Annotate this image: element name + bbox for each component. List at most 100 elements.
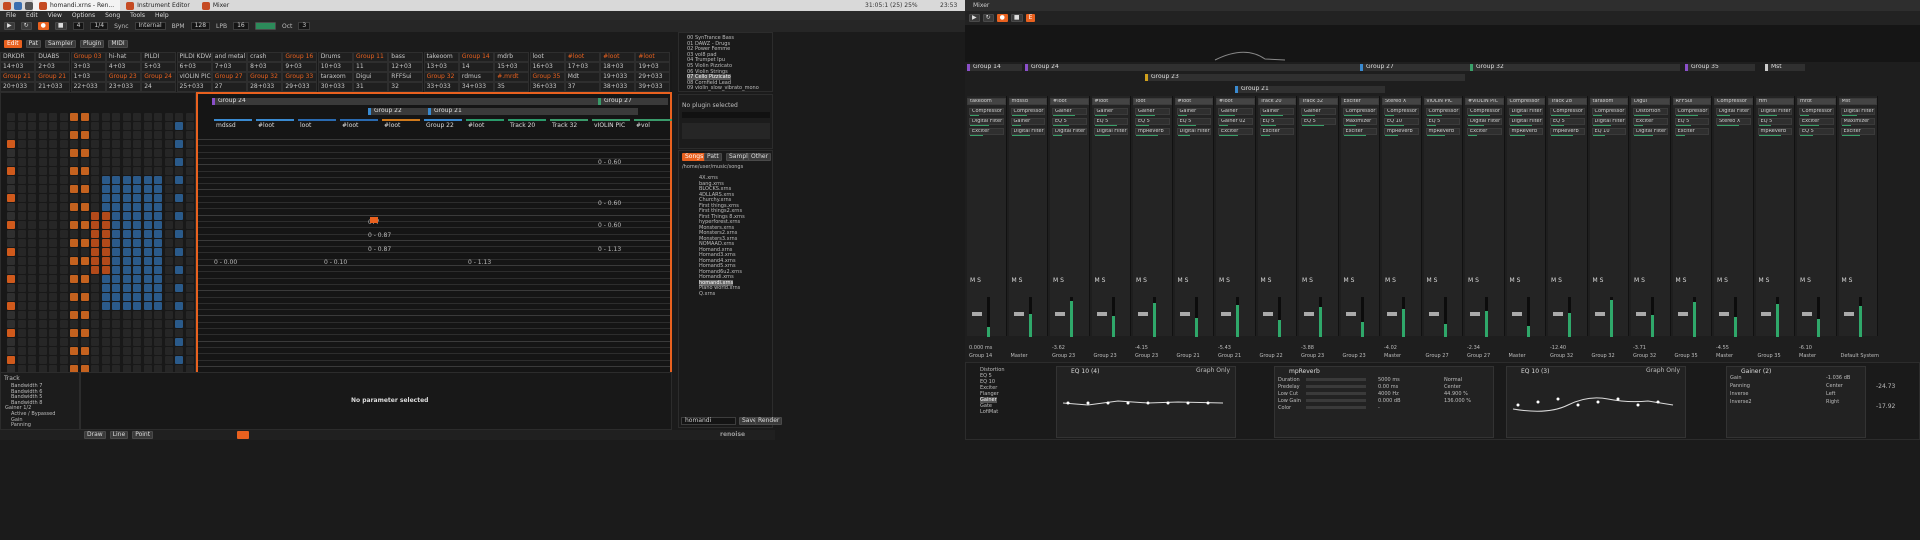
strip-output[interactable]: Default System — [1841, 353, 1880, 359]
matrix-cell[interactable]: Group 24 — [141, 72, 177, 82]
matrix-slot[interactable] — [112, 230, 120, 238]
matrix-slot[interactable] — [80, 257, 89, 265]
matrix-slot[interactable] — [38, 149, 47, 157]
matrix-slot[interactable] — [175, 356, 183, 364]
dsp-item[interactable]: Panning — [11, 422, 31, 428]
mixer-group-header[interactable]: Group 23 — [1145, 74, 1465, 81]
matrix-slot[interactable] — [112, 176, 120, 184]
matrix-slot[interactable] — [122, 131, 131, 139]
matrix-slot[interactable] — [7, 212, 15, 220]
matrix-cell[interactable]: 6+03 — [176, 62, 212, 72]
matrix-slot[interactable] — [164, 284, 173, 292]
browser-tab-other[interactable]: Other — [748, 153, 772, 161]
mute-button[interactable]: M S — [1593, 277, 1604, 284]
matrix-slot[interactable] — [122, 356, 131, 364]
app-menu-icon[interactable] — [3, 1, 11, 10]
matrix-cell[interactable]: DRKDR — [0, 52, 35, 62]
dsp-device-slot[interactable]: Digital Filter — [1176, 128, 1211, 135]
dsp-device-slot[interactable]: Gainer — [1052, 108, 1087, 115]
matrix-cell[interactable]: 10+03 — [317, 62, 353, 72]
matrix-cell[interactable]: 17+03 — [564, 62, 600, 72]
volume-fader[interactable] — [1262, 312, 1273, 316]
volume-fader[interactable] — [1428, 312, 1439, 316]
dsp-device-slot[interactable]: Digital Filter — [1010, 128, 1045, 135]
matrix-slot[interactable] — [17, 284, 26, 292]
matrix-slot[interactable] — [91, 356, 99, 364]
matrix-slot[interactable] — [122, 176, 131, 184]
mute-button[interactable]: M S — [1468, 277, 1479, 284]
matrix-cell[interactable]: 1+03 — [70, 72, 106, 82]
eq-curve[interactable] — [1508, 381, 1678, 421]
matrix-cell[interactable]: bass — [388, 52, 424, 62]
matrix-slot[interactable] — [101, 329, 110, 337]
volume-fader[interactable] — [1096, 312, 1107, 316]
reverb-param-value[interactable]: 4000 Hz — [1378, 391, 1399, 397]
matrix-slot[interactable] — [101, 167, 110, 175]
matrix-slot[interactable] — [91, 293, 99, 301]
pattern-track-name[interactable]: #loot — [342, 122, 358, 129]
pattern-cell-value[interactable]: 0 - 0.00 — [214, 259, 237, 266]
matrix-slot[interactable] — [17, 131, 26, 139]
pattern-cell-value[interactable]: 0 - 0.60 — [598, 200, 621, 207]
reverb-param-value[interactable]: 0.00 ms — [1378, 384, 1398, 390]
eq-mode-select[interactable]: Graph Only — [1646, 367, 1680, 374]
matrix-slot[interactable] — [185, 221, 194, 229]
matrix-slot[interactable] — [80, 266, 89, 274]
reverb-param-slider[interactable] — [1306, 378, 1366, 381]
matrix-slot[interactable] — [101, 257, 110, 265]
matrix-cell[interactable]: 35 — [494, 82, 530, 92]
gainer-param-value[interactable]: -1.036 dB — [1826, 375, 1850, 381]
matrix-slot[interactable] — [164, 275, 173, 283]
matrix-slot[interactable] — [143, 131, 152, 139]
matrix-slot[interactable] — [175, 194, 183, 202]
matrix-slot[interactable] — [112, 122, 120, 130]
matrix-slot[interactable] — [49, 194, 57, 202]
matrix-slot[interactable] — [143, 167, 152, 175]
matrix-slot[interactable] — [112, 131, 120, 139]
matrix-slot[interactable] — [122, 311, 131, 319]
mute-button[interactable]: M S — [1053, 277, 1064, 284]
matrix-slot[interactable] — [122, 248, 131, 256]
matrix-slot[interactable] — [154, 257, 162, 265]
matrix-slot[interactable] — [38, 167, 47, 175]
matrix-slot[interactable] — [91, 149, 99, 157]
matrix-cell[interactable]: 21+033 — [35, 82, 71, 92]
matrix-slot[interactable] — [59, 212, 68, 220]
matrix-slot[interactable] — [70, 176, 78, 184]
matrix-slot[interactable] — [80, 338, 89, 346]
matrix-slot[interactable] — [154, 113, 162, 121]
dsp-device-slot[interactable]: Exciter — [1840, 128, 1875, 135]
strip-output[interactable]: Master — [1799, 353, 1816, 359]
pattern-track-name[interactable]: #vol — [636, 122, 650, 129]
matrix-cell[interactable]: DUABS — [35, 52, 71, 62]
matrix-slot[interactable] — [164, 212, 173, 220]
matrix-slot[interactable] — [122, 230, 131, 238]
matrix-slot[interactable] — [70, 113, 78, 121]
matrix-slot[interactable] — [185, 140, 194, 148]
matrix-slot[interactable] — [28, 212, 36, 220]
matrix-slot[interactable] — [164, 302, 173, 310]
matrix-slot[interactable] — [154, 185, 162, 193]
matrix-slot[interactable] — [143, 239, 152, 247]
matrix-slot[interactable] — [38, 347, 47, 355]
matrix-slot[interactable] — [59, 203, 68, 211]
reverb-param-slider[interactable] — [1306, 406, 1366, 409]
dsp-device-slot[interactable]: EQ 5 — [1052, 118, 1087, 125]
matrix-slot[interactable] — [133, 356, 141, 364]
matrix-slot[interactable] — [164, 221, 173, 229]
lpb-field[interactable]: 4 — [72, 22, 85, 30]
matrix-slot[interactable] — [133, 239, 141, 247]
device-title[interactable]: EQ 10 (4) — [1071, 368, 1099, 375]
mixer-group-header[interactable]: Group 21 — [1235, 86, 1385, 93]
dsp-device-slot[interactable]: Digital Filter — [1757, 108, 1792, 115]
eq-mode-select[interactable]: Graph Only — [1196, 367, 1230, 374]
matrix-cell[interactable]: 4+03 — [105, 62, 141, 72]
dsp-device-slot[interactable]: Digital Filter — [1633, 128, 1668, 135]
matrix-slot[interactable] — [175, 338, 183, 346]
matrix-slot[interactable] — [17, 347, 26, 355]
matrix-slot[interactable] — [112, 221, 120, 229]
volume-fader[interactable] — [1470, 312, 1480, 316]
matrix-slot[interactable] — [164, 122, 173, 130]
matrix-slot[interactable] — [185, 347, 194, 355]
matrix-slot[interactable] — [143, 347, 152, 355]
